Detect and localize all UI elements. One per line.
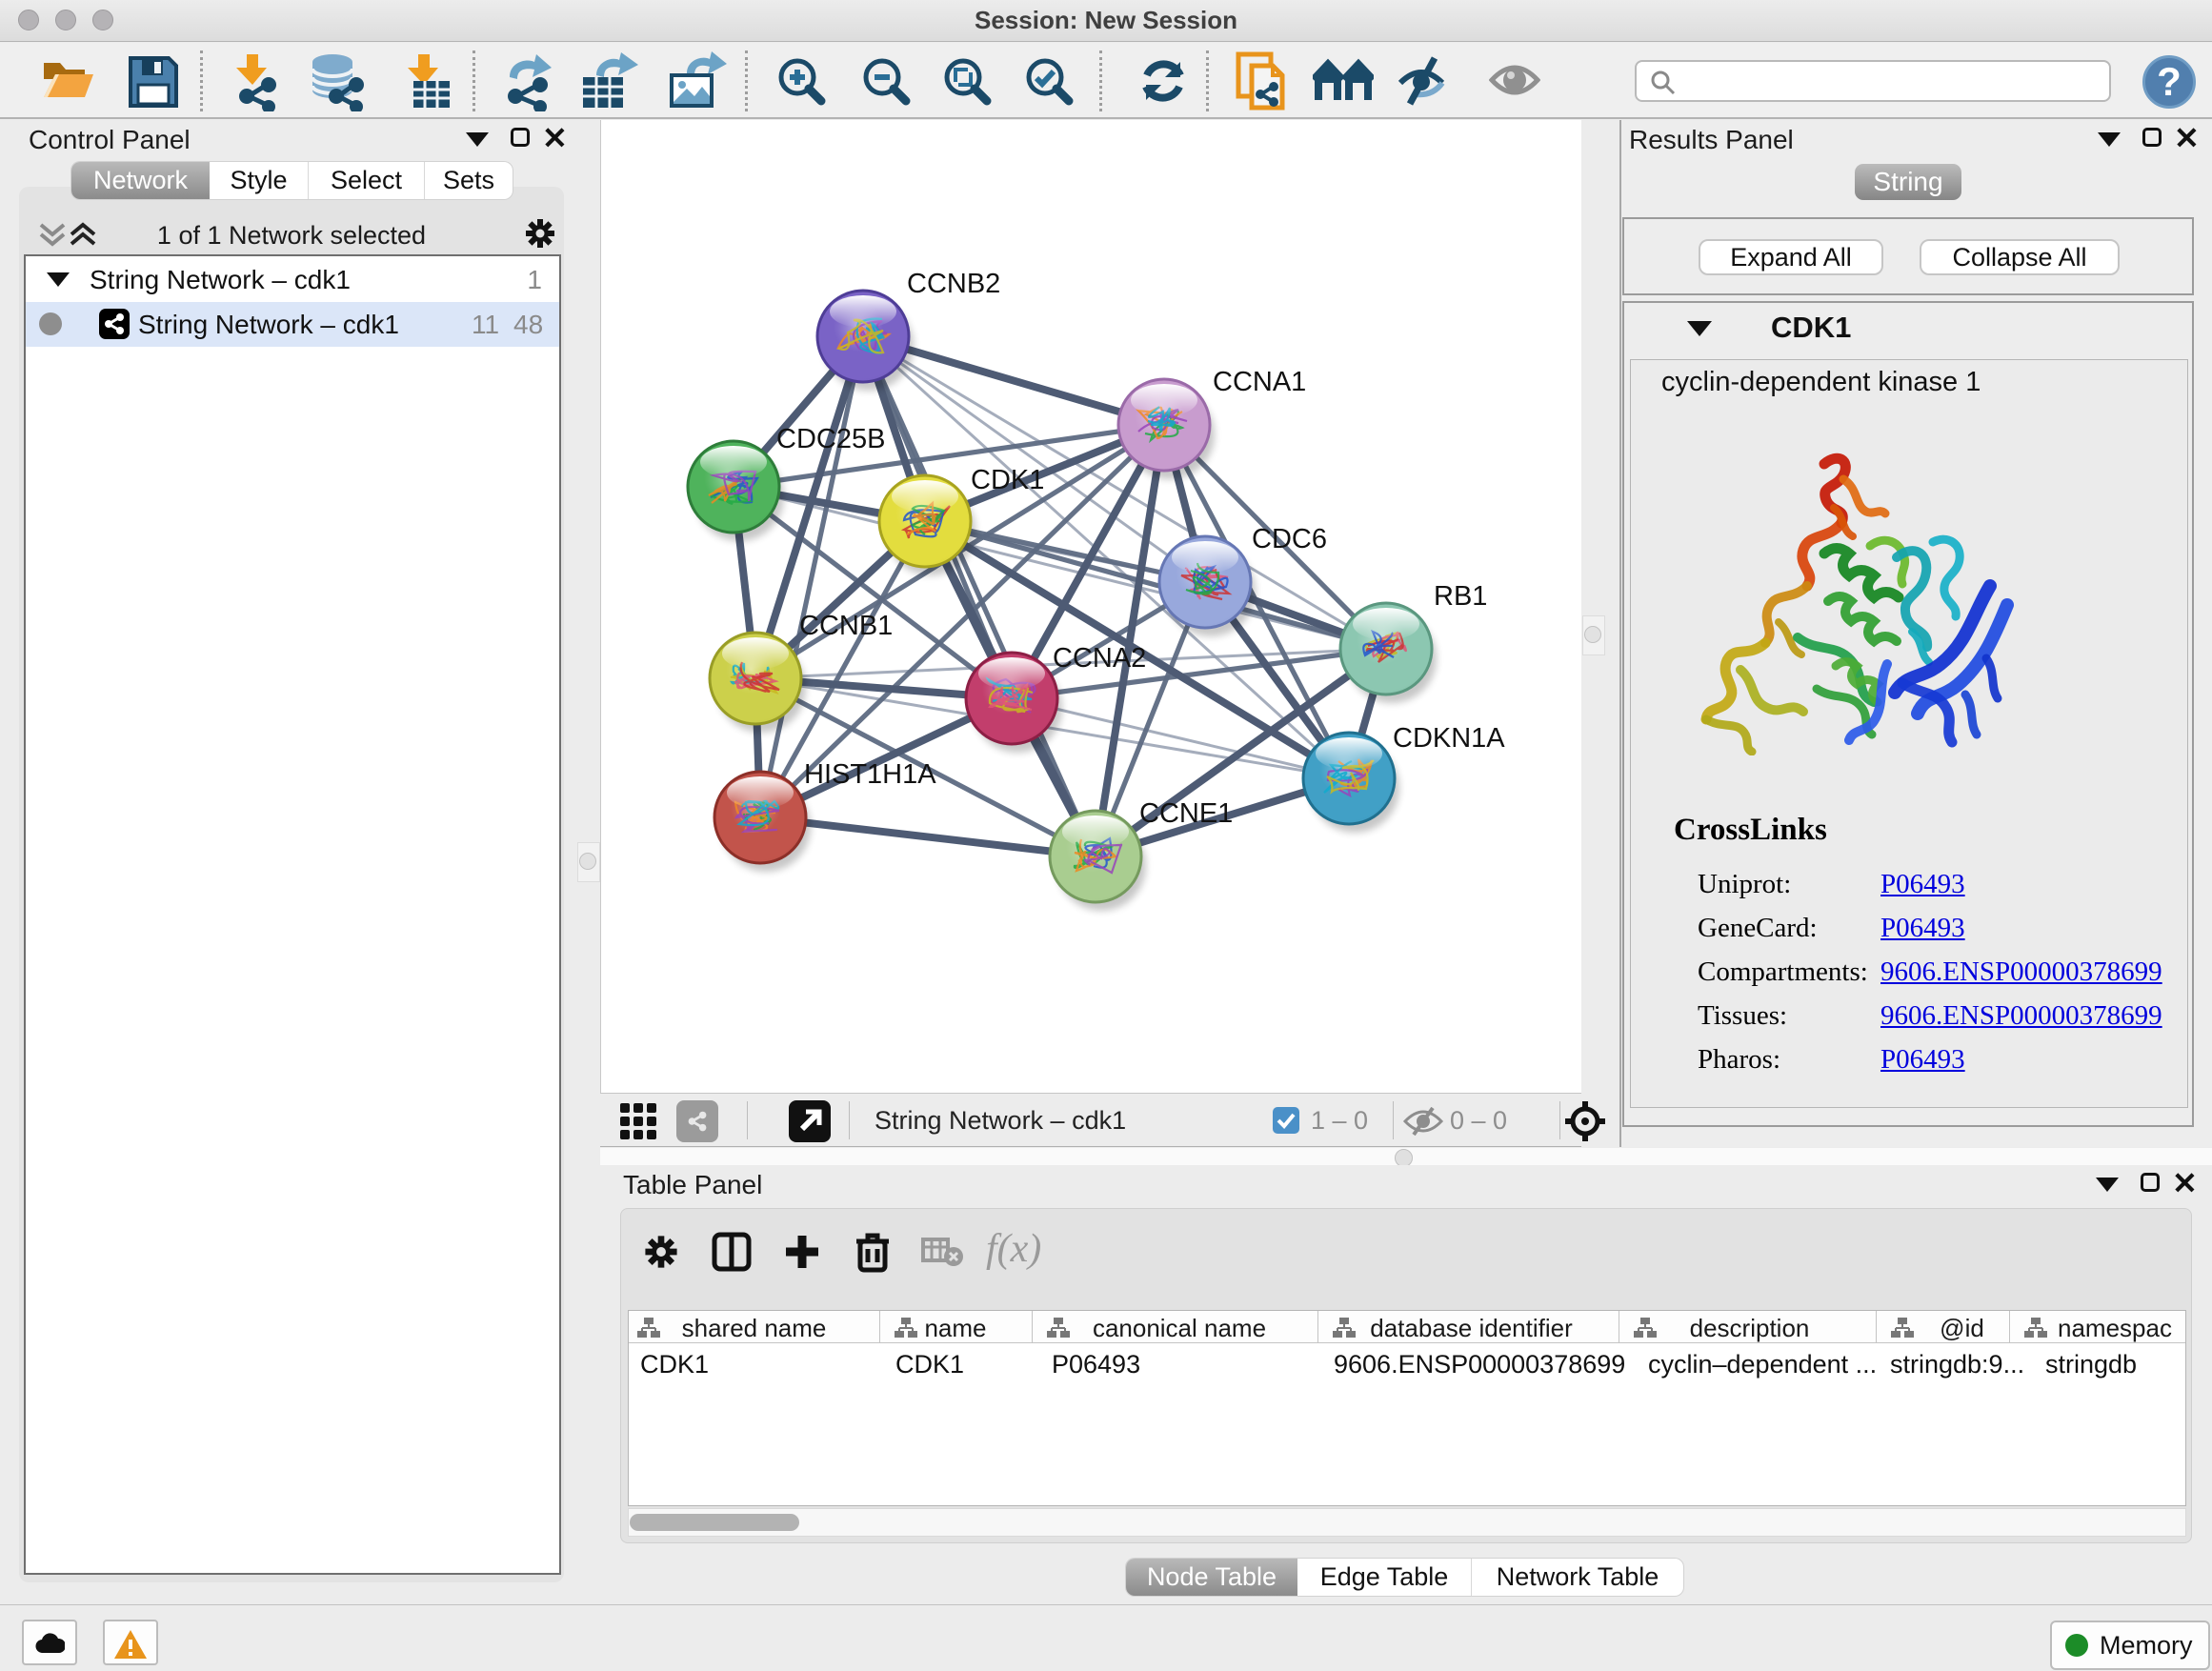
svg-text:CCNE1: CCNE1: [1139, 798, 1233, 829]
svg-text:CCNA1: CCNA1: [1213, 367, 1306, 397]
svg-text:CDK1: CDK1: [971, 465, 1044, 495]
svg-text:CDKN1A: CDKN1A: [1393, 723, 1505, 754]
svg-text:CCNB1: CCNB1: [799, 611, 893, 641]
svg-text:CDC6: CDC6: [1252, 524, 1327, 554]
svg-text:CCNA2: CCNA2: [1053, 643, 1146, 674]
svg-text:RB1: RB1: [1434, 581, 1487, 612]
svg-text:CDC25B: CDC25B: [776, 424, 885, 454]
svg-text:CCNB2: CCNB2: [907, 269, 1000, 299]
svg-text:HIST1H1A: HIST1H1A: [804, 759, 936, 790]
